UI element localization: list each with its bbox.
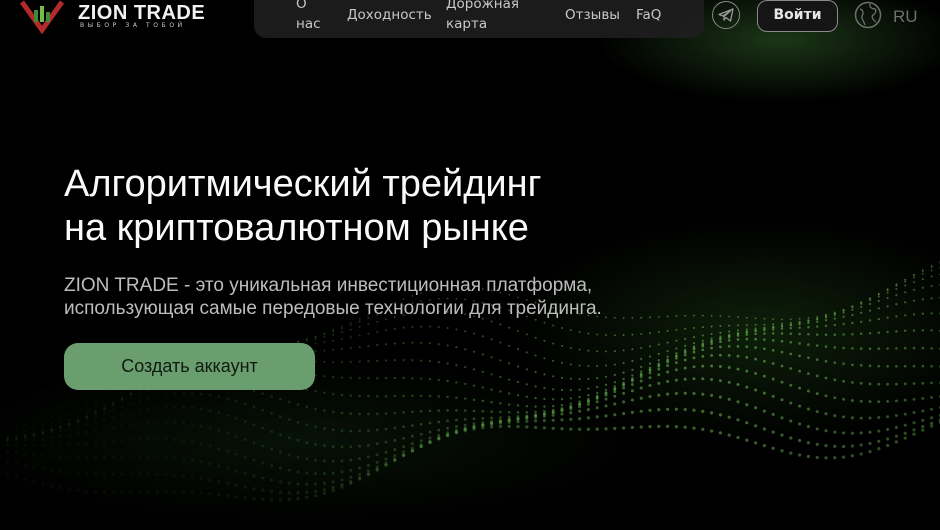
- nav-link-about[interactable]: О нас: [296, 0, 326, 34]
- particle-wave-background: [0, 260, 940, 502]
- telegram-icon: [718, 8, 734, 22]
- hero-title-line-1: Алгоритмический трейдинг: [64, 163, 542, 205]
- hero-description: ZION TRADE - это уникальная инвестиционн…: [64, 274, 764, 320]
- logo-mark-icon: [19, 0, 65, 34]
- main-nav: О нас Доходность Дорожная карта Отзывы F…: [254, 0, 704, 38]
- nav-link-faq[interactable]: FaQ: [636, 5, 661, 25]
- login-button[interactable]: Войти: [757, 0, 838, 32]
- nav-link-yield[interactable]: Доходность: [347, 5, 432, 25]
- logo[interactable]: ZION TRADE ВЫБОР ЗА ТОБОЙ: [18, 0, 248, 34]
- hero-description-line-2: использующая самые передовые технологии …: [64, 298, 602, 319]
- globe-icon[interactable]: [854, 1, 882, 29]
- logo-subtitle: ВЫБОР ЗА ТОБОЙ: [80, 22, 186, 29]
- hero-title-line-2: на криптовалютном рынке: [64, 207, 529, 249]
- language-selector[interactable]: RU: [893, 7, 918, 27]
- telegram-button[interactable]: [712, 1, 740, 29]
- nav-link-reviews[interactable]: Отзывы: [565, 5, 620, 25]
- create-account-button[interactable]: Создать аккаунт: [64, 343, 315, 390]
- nav-link-roadmap[interactable]: Дорожная карта: [446, 0, 536, 34]
- hero-title: Алгоритмический трейдинг на криптовалютн…: [64, 162, 744, 250]
- hero-description-line-1: ZION TRADE - это уникальная инвестиционн…: [64, 275, 593, 296]
